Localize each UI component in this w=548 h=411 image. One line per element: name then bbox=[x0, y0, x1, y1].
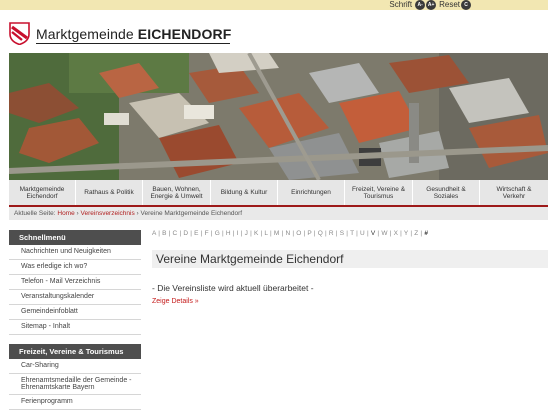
municipal-crest-logo[interactable] bbox=[9, 22, 30, 45]
nav-item-einrichtungen[interactable]: Einrichtungen bbox=[278, 180, 345, 205]
alphabet-filter: A | B | C | D | E | F | G | H | I | J | … bbox=[152, 230, 428, 237]
nav-label: Bauen, Wohnen, bbox=[152, 185, 201, 193]
font-decrease-button[interactable]: A- bbox=[415, 0, 426, 10]
main-navigation: Marktgemeinde Eichendorf Rathaus & Politi… bbox=[9, 180, 548, 207]
nav-item-bauen[interactable]: Bauen, Wohnen, Energie & Umwelt bbox=[143, 180, 211, 205]
nav-label: Rathaus & Politik bbox=[84, 189, 134, 196]
notice-text: - Die Vereinsliste wird aktuell überarbe… bbox=[152, 283, 314, 293]
reset-label[interactable]: Reset bbox=[439, 0, 460, 9]
sidebar-item-was-erledige[interactable]: Was erledige ich wo? bbox=[9, 260, 141, 275]
site-title-name: EICHENDORF bbox=[137, 26, 232, 42]
hero-aerial-town-image bbox=[9, 53, 548, 180]
nav-label: Freizeit, Vereine & bbox=[351, 185, 406, 193]
sidebar-item-ferienprogramm[interactable]: Ferienprogramm bbox=[9, 395, 141, 410]
site-title[interactable]: Marktgemeinde EICHENDORF bbox=[36, 26, 231, 42]
breadcrumb-current: Vereine Marktgemeinde Eichendorf bbox=[140, 210, 243, 217]
nav-label: Einrichtungen bbox=[291, 189, 331, 196]
sidebar-item-gemeindeinfoblatt[interactable]: Gemeindeinfoblatt bbox=[9, 305, 141, 320]
breadcrumb-prefix: Aktuelle Seite: bbox=[14, 210, 56, 217]
reset-icon[interactable]: C bbox=[461, 0, 471, 10]
sidebar-item-telefon[interactable]: Telefon - Mail Verzeichnis bbox=[9, 275, 141, 290]
sidebar-item-sitemap[interactable]: Sitemap - Inhalt bbox=[9, 320, 141, 335]
breadcrumb-home-link[interactable]: Home bbox=[57, 210, 74, 217]
title-underline bbox=[36, 43, 230, 44]
nav-label: Eichendorf bbox=[26, 192, 58, 200]
nav-item-rathaus[interactable]: Rathaus & Politik bbox=[76, 180, 143, 205]
font-size-controls: Schrift A- A+ Reset C bbox=[389, 0, 472, 10]
nav-label: Gesundheit & bbox=[426, 185, 466, 193]
sidebar-item-nachrichten[interactable]: Nachrichten und Neuigkeiten bbox=[9, 245, 141, 260]
breadcrumb-separator: › bbox=[76, 210, 79, 217]
nav-label: Verkehr bbox=[502, 192, 526, 200]
sidebar-section-title: Freizeit, Vereine & Tourismus bbox=[9, 344, 141, 359]
sidebar-item-ehrenamt[interactable]: Ehrenamtsmedaille der Gemeinde - Ehrenam… bbox=[9, 374, 141, 395]
site-title-prefix: Marktgemeinde bbox=[36, 26, 134, 42]
nav-item-marktgemeinde[interactable]: Marktgemeinde Eichendorf bbox=[9, 180, 76, 205]
font-increase-button[interactable]: A+ bbox=[426, 0, 437, 10]
font-size-label: Schrift bbox=[389, 0, 413, 9]
sidebar-item-car-sharing[interactable]: Car-Sharing bbox=[9, 359, 141, 374]
nav-item-gesundheit[interactable]: Gesundheit & Soziales bbox=[413, 180, 480, 205]
nav-item-freizeit[interactable]: Freizeit, Vereine & Tourismus bbox=[345, 180, 413, 205]
nav-label: Energie & Umwelt bbox=[150, 192, 203, 200]
breadcrumb-section-link[interactable]: Vereinsverzeichnis bbox=[81, 210, 135, 217]
nav-label: Wirtschaft & bbox=[496, 185, 532, 193]
nav-label: Tourismus bbox=[363, 192, 394, 200]
breadcrumb-separator: › bbox=[136, 210, 139, 217]
sidebar-quick-menu-title: Schnellmenü bbox=[9, 230, 141, 245]
nav-item-wirtschaft[interactable]: Wirtschaft & Verkehr bbox=[480, 180, 548, 205]
page-title: Vereine Marktgemeinde Eichendorf bbox=[152, 250, 548, 268]
nav-label: Bildung & Kultur bbox=[220, 189, 268, 196]
nav-label: Marktgemeinde bbox=[19, 185, 65, 193]
show-details-link[interactable]: Zeige Details » bbox=[152, 298, 199, 305]
nav-item-bildung[interactable]: Bildung & Kultur bbox=[211, 180, 278, 205]
breadcrumb: Aktuelle Seite: Home › Vereinsverzeichni… bbox=[9, 207, 548, 220]
nav-label: Soziales bbox=[433, 192, 459, 200]
sidebar: Schnellmenü Nachrichten und Neuigkeiten … bbox=[9, 230, 141, 410]
sidebar-item-veranstaltungskalender[interactable]: Veranstaltungskalender bbox=[9, 290, 141, 305]
alphabet-hash[interactable]: # bbox=[424, 230, 428, 237]
